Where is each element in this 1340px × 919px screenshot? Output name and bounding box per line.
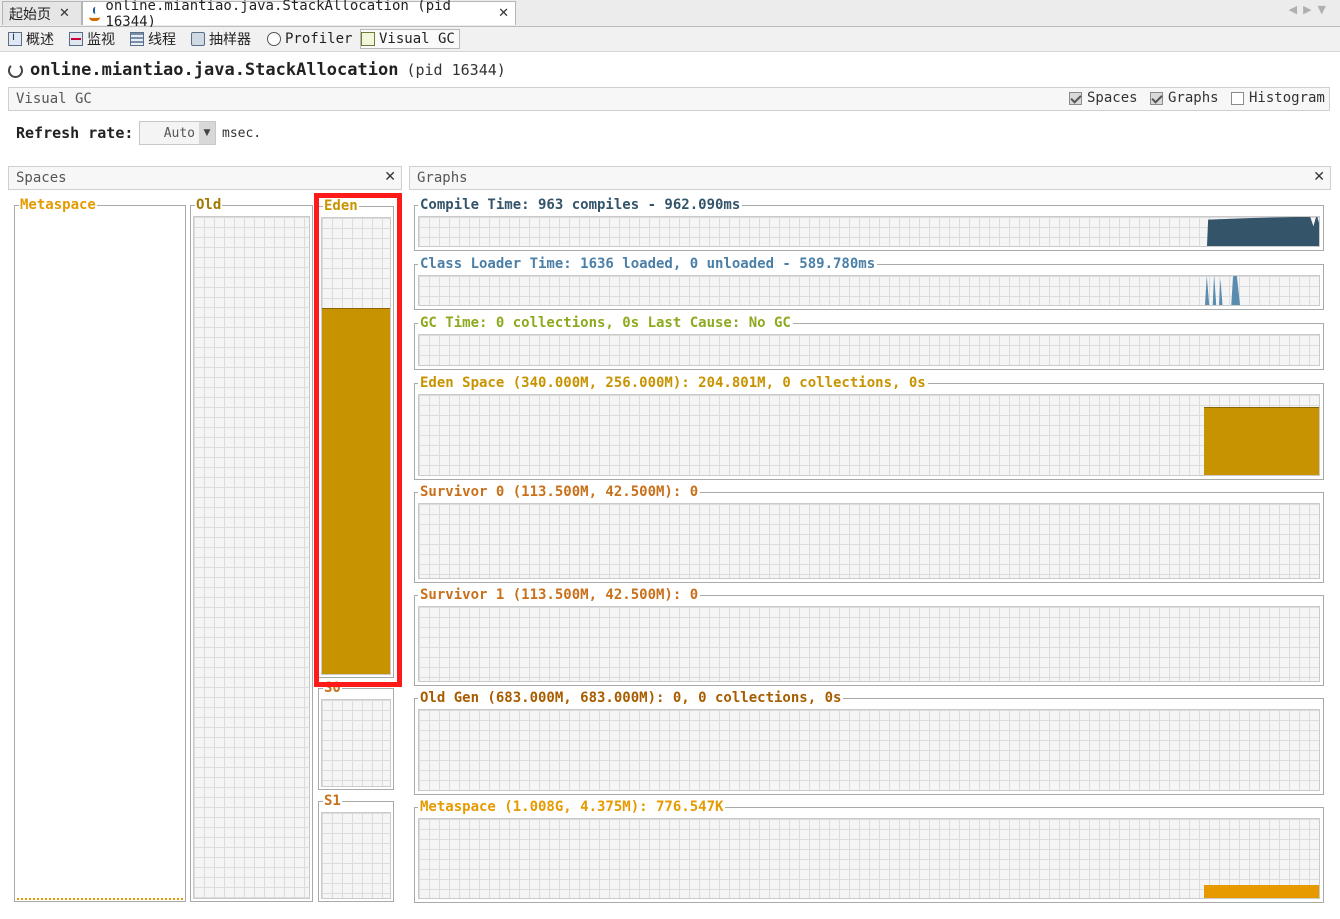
refresh-rate-select[interactable]: Auto ▼ xyxy=(139,121,216,145)
metaspace-fill xyxy=(17,896,183,900)
close-icon[interactable]: ✕ xyxy=(59,6,70,21)
profiler-icon xyxy=(267,32,281,46)
space-label: S0 xyxy=(323,680,342,696)
tab-label: 监视 xyxy=(87,32,115,48)
tab-label: Visual GC xyxy=(379,31,455,47)
tab-label: 抽样器 xyxy=(209,32,251,48)
eden-space-series xyxy=(1204,407,1319,475)
tab-navigation[interactable]: ◀▶▼ xyxy=(1289,3,1332,16)
tab-threads[interactable]: 线程 xyxy=(130,29,176,49)
graph-label: GC Time: 0 collections, 0s Last Cause: N… xyxy=(418,315,793,331)
tab-label: 起始页 xyxy=(9,6,51,23)
graph-label: Old Gen (683.000M, 683.000M): 0, 0 colle… xyxy=(418,690,844,706)
checkbox-icon xyxy=(1069,91,1082,105)
refresh-spinner-icon xyxy=(8,62,23,78)
compile-time-graph: Compile Time: 963 compiles - 962.090ms xyxy=(414,197,1324,251)
graph-area xyxy=(418,334,1320,366)
graph-label: Survivor 1 (113.500M, 42.500M): 0 xyxy=(418,587,701,603)
eden-space-grid xyxy=(321,217,391,675)
graph-area xyxy=(418,503,1320,579)
checkbox-label: Graphs xyxy=(1168,90,1219,106)
graph-label: Eden Space (340.000M, 256.000M): 204.801… xyxy=(418,375,928,391)
gc-time-graph: GC Time: 0 collections, 0s Last Cause: N… xyxy=(414,315,1324,370)
graph-label: Metaspace (1.008G, 4.375M): 776.547K xyxy=(418,799,726,815)
graph-label: Compile Time: 963 compiles - 962.090ms xyxy=(418,197,743,213)
graph-area xyxy=(418,709,1320,791)
tab-overview[interactable]: 概述 xyxy=(8,29,54,49)
tab-application[interactable]: online.miantiao.java.StackAllocation (pi… xyxy=(82,0,516,30)
chevron-down-icon[interactable]: ▼ xyxy=(199,122,215,144)
metaspace-series xyxy=(1204,885,1319,898)
s0-space: S0 xyxy=(318,680,394,790)
checkbox-icon xyxy=(1150,91,1163,105)
close-icon[interactable]: ✕ xyxy=(498,6,509,21)
spaces-panel-header: Spaces ✕ xyxy=(8,166,402,190)
old-gen-graph: Old Gen (683.000M, 683.000M): 0, 0 colle… xyxy=(414,690,1324,795)
tab-label: 概述 xyxy=(26,32,54,48)
class-loader-series xyxy=(1205,276,1240,305)
graph-area xyxy=(418,275,1320,306)
close-icon[interactable]: ✕ xyxy=(1313,169,1325,185)
checkbox-label: Spaces xyxy=(1087,90,1138,106)
visualgc-icon xyxy=(361,32,375,46)
sampler-icon xyxy=(191,32,205,46)
panel-title: Spaces xyxy=(16,170,67,186)
refresh-rate-label: Refresh rate: xyxy=(16,124,134,142)
app-name: online.miantiao.java.StackAllocation xyxy=(30,60,399,80)
tab-profiler[interactable]: Profiler xyxy=(267,29,352,49)
tab-visual-gc[interactable]: Visual GC xyxy=(360,29,460,49)
refresh-rate-value: Auto xyxy=(163,125,195,141)
spaces-checkbox[interactable]: Spaces xyxy=(1069,90,1138,106)
graph-label: Survivor 0 (113.500M, 42.500M): 0 xyxy=(418,484,701,500)
threads-icon xyxy=(130,32,144,46)
survivor-1-graph: Survivor 1 (113.500M, 42.500M): 0 xyxy=(414,587,1324,686)
s1-space-grid xyxy=(321,812,391,899)
graph-area xyxy=(418,216,1320,247)
tab-start-page[interactable]: 起始页 ✕ xyxy=(2,1,82,25)
view-toolbar: 概述 监视 线程 抽样器 Profiler Visual GC xyxy=(0,27,1340,52)
class-loader-graph: Class Loader Time: 1636 loaded, 0 unload… xyxy=(414,256,1324,310)
tab-monitor[interactable]: 监视 xyxy=(69,29,115,49)
compile-time-series xyxy=(1207,217,1319,246)
tab-label: 线程 xyxy=(148,32,176,48)
graph-label: Class Loader Time: 1636 loaded, 0 unload… xyxy=(418,256,878,272)
metaspace-space: Metaspace xyxy=(14,197,186,902)
eden-fill-bar xyxy=(322,308,390,674)
document-tab-bar: 起始页 ✕ online.miantiao.java.StackAllocati… xyxy=(0,0,1340,30)
metaspace-graph: Metaspace (1.008G, 4.375M): 776.547K xyxy=(414,799,1324,903)
checkbox-icon xyxy=(1231,91,1244,105)
java-icon xyxy=(89,6,101,21)
space-label: Eden xyxy=(323,198,359,214)
app-pid: (pid 16344) xyxy=(406,61,506,79)
graphs-panel-header: Graphs ✕ xyxy=(409,166,1331,190)
tab-label: Profiler xyxy=(285,31,353,47)
monitor-icon xyxy=(69,32,83,46)
eden-space-graph: Eden Space (340.000M, 256.000M): 204.801… xyxy=(414,375,1324,480)
space-label: S1 xyxy=(323,793,342,809)
panel-title: Graphs xyxy=(417,170,468,186)
eden-space: Eden xyxy=(318,198,394,678)
page-title: online.miantiao.java.StackAllocation (pi… xyxy=(8,60,506,80)
histogram-checkbox[interactable]: Histogram xyxy=(1231,90,1325,106)
visual-gc-bar: Visual GC Spaces Graphs Histogram xyxy=(8,87,1330,111)
space-label: Old xyxy=(195,197,223,213)
survivor-0-graph: Survivor 0 (113.500M, 42.500M): 0 xyxy=(414,484,1324,583)
tab-sampler[interactable]: 抽样器 xyxy=(191,29,251,49)
tab-label: online.miantiao.java.StackAllocation (pi… xyxy=(105,0,451,30)
graph-area xyxy=(418,606,1320,682)
graphs-checkbox[interactable]: Graphs xyxy=(1150,90,1219,106)
close-icon[interactable]: ✕ xyxy=(384,169,396,185)
graph-area xyxy=(418,394,1320,476)
old-space: Old xyxy=(190,197,313,902)
s1-space: S1 xyxy=(318,793,394,902)
old-space-grid xyxy=(193,216,310,899)
graph-area xyxy=(418,818,1320,899)
space-label: Metaspace xyxy=(19,197,97,213)
checkbox-label: Histogram xyxy=(1249,90,1325,106)
visual-gc-label: Visual GC xyxy=(16,91,92,107)
s0-space-grid xyxy=(321,699,391,787)
refresh-rate-unit: msec. xyxy=(222,126,262,141)
info-icon xyxy=(8,30,22,46)
